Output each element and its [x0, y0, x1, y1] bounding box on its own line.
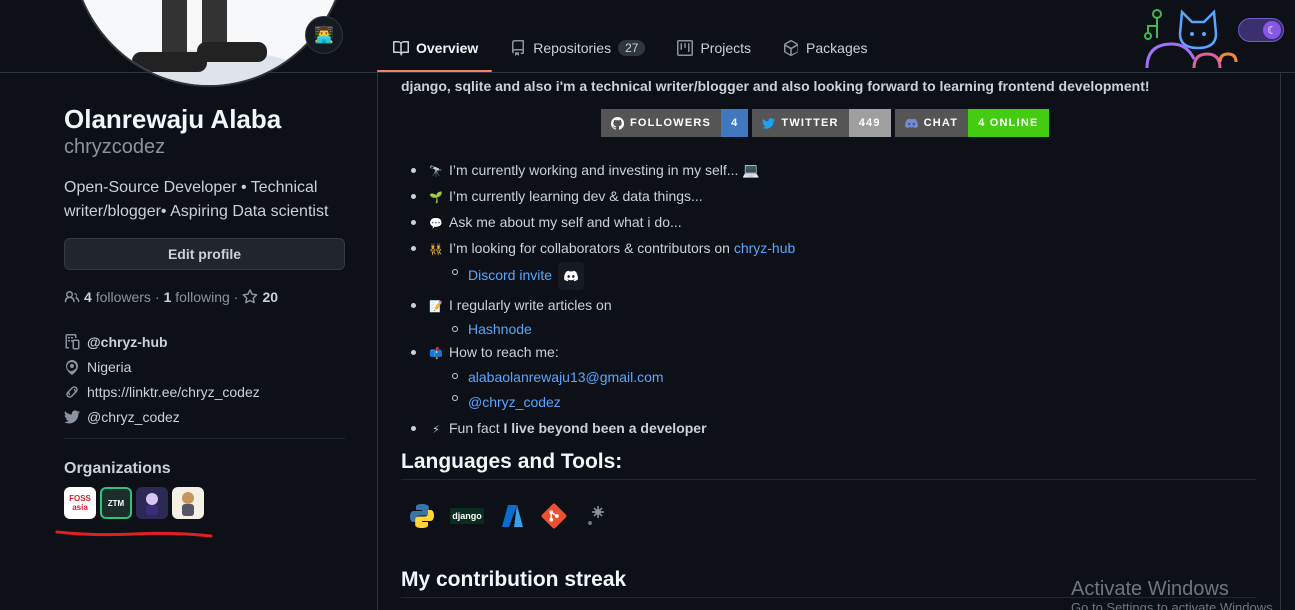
- stars-link[interactable]: 20: [262, 289, 278, 305]
- readme-intro: django, sqlite and also i'm a technical …: [401, 78, 1150, 94]
- readme-badges: FOLLOWERS 4 TWITTER 449 CHAT 4 ONLINE: [601, 109, 1049, 137]
- profile-bio: Open-Source Developer • Technical writer…: [64, 179, 329, 220]
- organization-icon: [65, 333, 80, 349]
- theme-toggle[interactable]: ☾: [1238, 18, 1284, 42]
- discord-icon[interactable]: [558, 262, 585, 291]
- moon-icon: ☾: [1263, 21, 1281, 39]
- location-icon: [66, 359, 78, 375]
- link-icon: [66, 385, 78, 398]
- mailbox-icon: 📫: [429, 348, 443, 361]
- tools-list: django: [408, 500, 610, 532]
- windows-watermark-subtitle: Go to Settings to activate Windows.: [1071, 600, 1277, 610]
- status-emoji-button[interactable]: 👨‍💻: [305, 16, 343, 54]
- telescope-icon: 🔭: [429, 166, 443, 178]
- hashnode-link[interactable]: Hashnode: [468, 321, 532, 337]
- edit-profile-button[interactable]: Edit profile: [64, 238, 345, 270]
- languages-heading: Languages and Tools:: [401, 450, 623, 473]
- list-item: 👯 I’m looking for collaborators & contrib…: [411, 236, 795, 291]
- list-item: 💬 Ask me about my self and what i do...: [411, 210, 795, 236]
- list-item: 🌱 I’m currently learning dev & data thing…: [411, 184, 795, 210]
- follow-stats: 4 followers · 1 following · 20: [64, 289, 278, 305]
- windows-watermark-title: Activate Windows: [1071, 578, 1229, 600]
- profile-name: Olanrewaju Alaba: [64, 104, 282, 134]
- location-detail: Nigeria: [64, 354, 260, 379]
- star-icon: [243, 289, 258, 304]
- dancers-icon: 👯: [429, 244, 443, 256]
- tab-projects[interactable]: Projects: [661, 22, 767, 73]
- following-link[interactable]: 1 following: [164, 289, 230, 305]
- org-avatar-fossasia[interactable]: FOSS asia: [64, 487, 96, 519]
- git-icon[interactable]: [540, 500, 568, 532]
- sidebar-divider: [64, 438, 345, 439]
- list-item: 🔭 I’m currently working and investing in …: [411, 158, 795, 184]
- list-item: ⚡ Fun fact I live beyond been a developer: [411, 416, 795, 442]
- twitter-handle-link[interactable]: @chryz_codez: [468, 394, 561, 410]
- book-icon: [393, 40, 409, 55]
- package-icon: [784, 39, 799, 56]
- octocat-decoration-icon: [1144, 9, 1238, 68]
- profile-tabs: Overview Repositories 27 Projects Packag…: [377, 22, 884, 73]
- sqlite-icon[interactable]: [582, 500, 610, 532]
- repo-icon: [512, 39, 525, 56]
- org-avatar-3[interactable]: [136, 487, 168, 519]
- heading-rule: [401, 479, 1256, 480]
- speech-icon: 💬: [429, 218, 443, 230]
- profile-details: @chryz-hub Nigeria https://linktr.ee/chr…: [64, 329, 260, 429]
- django-icon[interactable]: django: [450, 500, 484, 532]
- twitter-badge[interactable]: TWITTER 449: [752, 109, 891, 137]
- streak-heading: My contribution streak: [401, 568, 627, 591]
- discord-icon: [904, 118, 918, 128]
- red-annotation-underline: [55, 530, 213, 538]
- profile-login: chryzcodez: [64, 136, 166, 158]
- discord-invite-link[interactable]: Discord invite: [468, 267, 552, 283]
- active-tab-indicator: [377, 70, 492, 72]
- list-item: 📝 I regularly write articles on Hashnode: [411, 293, 795, 340]
- memo-icon: 📝: [429, 301, 443, 314]
- org-detail: @chryz-hub: [64, 329, 260, 354]
- tab-overview[interactable]: Overview: [377, 22, 494, 73]
- seedling-icon: 🌱: [429, 192, 443, 204]
- org-avatar-4[interactable]: [172, 487, 204, 519]
- zap-icon: ⚡: [432, 424, 440, 437]
- twitter-icon: [762, 117, 776, 129]
- python-icon[interactable]: [408, 500, 436, 532]
- email-link[interactable]: alabaolanrewaju13@gmail.com: [468, 369, 664, 385]
- tab-repositories[interactable]: Repositories 27: [494, 22, 661, 73]
- followers-link[interactable]: 4 followers: [84, 289, 151, 305]
- organizations-heading: Organizations: [64, 460, 171, 477]
- org-avatar-ztm[interactable]: ZTM: [100, 487, 132, 519]
- readme-bullet-list: 🔭 I’m currently working and investing in …: [411, 158, 795, 442]
- website-detail: https://linktr.ee/chryz_codez: [64, 379, 260, 404]
- tab-packages[interactable]: Packages: [767, 22, 883, 73]
- organizations-list: FOSS asia ZTM: [64, 487, 204, 519]
- people-icon: [64, 290, 80, 303]
- github-icon: [611, 116, 624, 130]
- repo-count-badge: 27: [618, 39, 646, 56]
- twitter-detail: @chryz_codez: [64, 404, 260, 429]
- list-item: 📫 How to reach me: alabaolanrewaju13@gmai…: [411, 340, 795, 416]
- azure-icon[interactable]: [498, 500, 526, 532]
- followers-badge[interactable]: FOLLOWERS 4: [601, 109, 749, 137]
- project-icon: [677, 39, 694, 56]
- chryz-hub-link[interactable]: chryz-hub: [734, 240, 795, 256]
- discord-badge[interactable]: CHAT 4 ONLINE: [894, 109, 1049, 137]
- twitter-icon: [64, 410, 80, 423]
